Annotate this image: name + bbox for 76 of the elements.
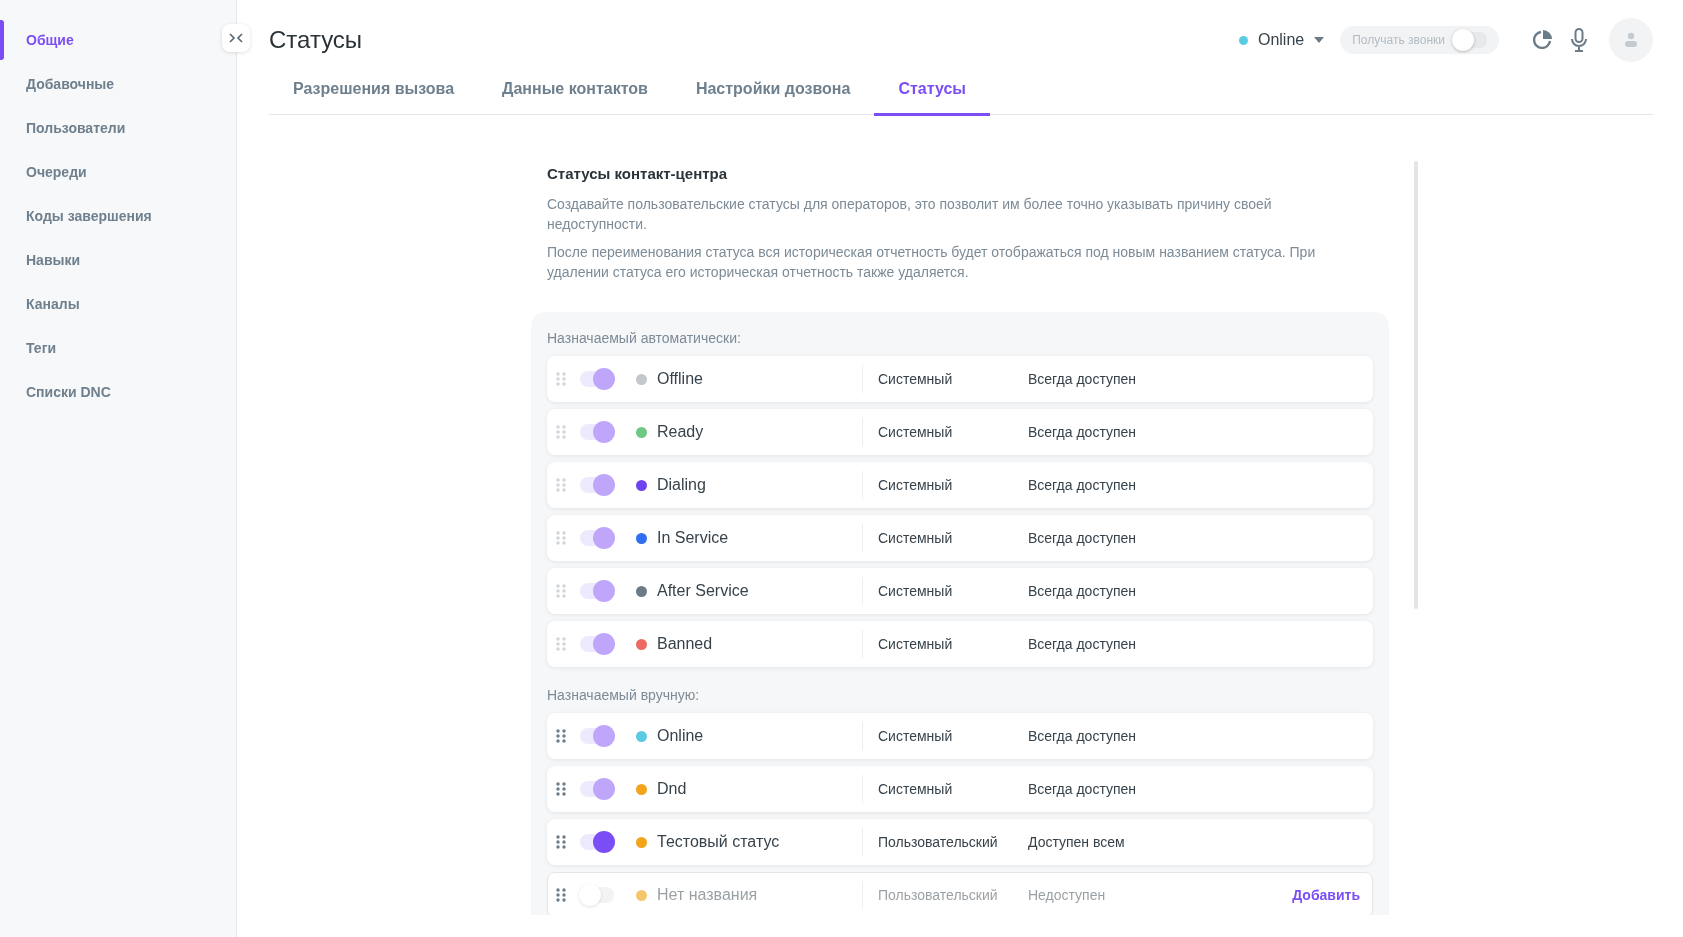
status-switch[interactable] (580, 834, 614, 850)
sidebar-item[interactable]: Добавочные (0, 62, 202, 106)
drag-handle-icon[interactable] (556, 425, 566, 439)
status-switch[interactable] (580, 728, 614, 744)
status-switch[interactable] (580, 781, 614, 797)
status-availability: Всегда доступен (1028, 583, 1138, 599)
sidebar-item[interactable]: Пользователи (0, 106, 202, 150)
status-type: Системный (878, 781, 954, 797)
status-availability: Всегда доступен (1028, 636, 1138, 652)
status-availability: Недоступен (1028, 887, 1107, 903)
group-label: Назначаемый вручную: (547, 687, 701, 703)
status-type: Пользовательский (878, 887, 999, 903)
status-name: Ready (657, 423, 704, 441)
caret-icon (1314, 37, 1325, 43)
drag-handle-icon[interactable] (556, 478, 566, 492)
status-type: Системный (878, 636, 954, 652)
status-name: Banned (657, 635, 713, 653)
group-label: Назначаемый автоматически: (547, 330, 742, 346)
status-availability: Всегда доступен (1028, 424, 1138, 440)
status-switch[interactable] (580, 371, 614, 387)
drag-handle-icon[interactable] (556, 729, 566, 743)
sidebar-item[interactable]: Очереди (0, 150, 202, 194)
tab[interactable]: Статусы (874, 80, 990, 116)
status-availability: Всегда доступен (1028, 530, 1138, 546)
tab[interactable]: Данные контактов (478, 80, 672, 116)
drag-handle-icon[interactable] (556, 584, 566, 598)
tab[interactable]: Настройки дозвона (671, 80, 875, 116)
drag-handle-icon[interactable] (556, 835, 566, 849)
description-text: После переименования статуса вся историческая отчетность будет отображаться под новым названием статуса. При удалении статуса его историческая отчетность также удаляется. (546, 243, 1317, 282)
status-availability: Доступен всем (1028, 834, 1126, 850)
status-switch[interactable] (580, 477, 614, 493)
status-availability: Всегда доступен (1028, 371, 1138, 387)
status-dropdown[interactable]: Online (1238, 31, 1325, 49)
drag-handle-icon[interactable] (556, 782, 566, 796)
status-switch[interactable] (580, 583, 614, 599)
sidebar-item[interactable]: Навыки (0, 238, 202, 282)
avatar[interactable] (1609, 18, 1653, 62)
sidebar-item[interactable]: Списки DNC (0, 370, 202, 414)
status-name: After Service (657, 582, 749, 600)
status-type: Системный (878, 424, 954, 440)
status-name: In Service (657, 529, 729, 547)
collapse-button[interactable] (222, 24, 250, 52)
status-switch[interactable] (580, 530, 614, 546)
status-name: Тестовый статус (657, 833, 780, 851)
status-name: Offline (657, 370, 703, 388)
receive-calls-label: Получать звонки (1352, 33, 1445, 47)
drag-handle-icon[interactable] (556, 637, 566, 651)
sidebar-item[interactable]: Общие (0, 18, 202, 62)
status-switch[interactable] (580, 636, 614, 652)
status-type: Пользовательский (878, 834, 999, 850)
status-type: Системный (878, 583, 954, 599)
status-name: Online (657, 727, 704, 745)
status-switch[interactable] (580, 424, 614, 440)
sidebar-item[interactable]: Каналы (0, 282, 202, 326)
status-availability: Всегда доступен (1028, 477, 1138, 493)
pie-chart-icon[interactable] (1531, 29, 1553, 51)
section-title: Статусы контакт-центра (546, 165, 729, 182)
status-name: Dnd (657, 780, 687, 798)
sidebar-item[interactable]: Коды завершения (0, 194, 202, 238)
receive-calls-switch[interactable] (1453, 32, 1487, 48)
status-type: Системный (878, 728, 954, 744)
collapse-arrows-icon (229, 33, 243, 43)
drag-handle-icon[interactable] (556, 372, 566, 386)
status-name: Dialing (657, 476, 706, 494)
drag-handle-icon[interactable] (556, 531, 566, 545)
status-type: Системный (878, 530, 954, 546)
description-text: Создавайте пользовательские статусы для операторов, это позволит им более точно указывать причину своей недоступности. (546, 195, 1273, 234)
sidebar-item[interactable]: Теги (0, 326, 202, 370)
page-title: Статусы (269, 26, 364, 54)
status-name: Нет названия (657, 886, 758, 904)
status-availability: Всегда доступен (1028, 728, 1138, 744)
tab[interactable]: Разрешения вызова (269, 80, 479, 116)
status-availability: Всегда доступен (1028, 781, 1138, 797)
status-type: Системный (878, 371, 954, 387)
microphone-icon[interactable] (1569, 28, 1589, 52)
status-type: Системный (878, 477, 954, 493)
